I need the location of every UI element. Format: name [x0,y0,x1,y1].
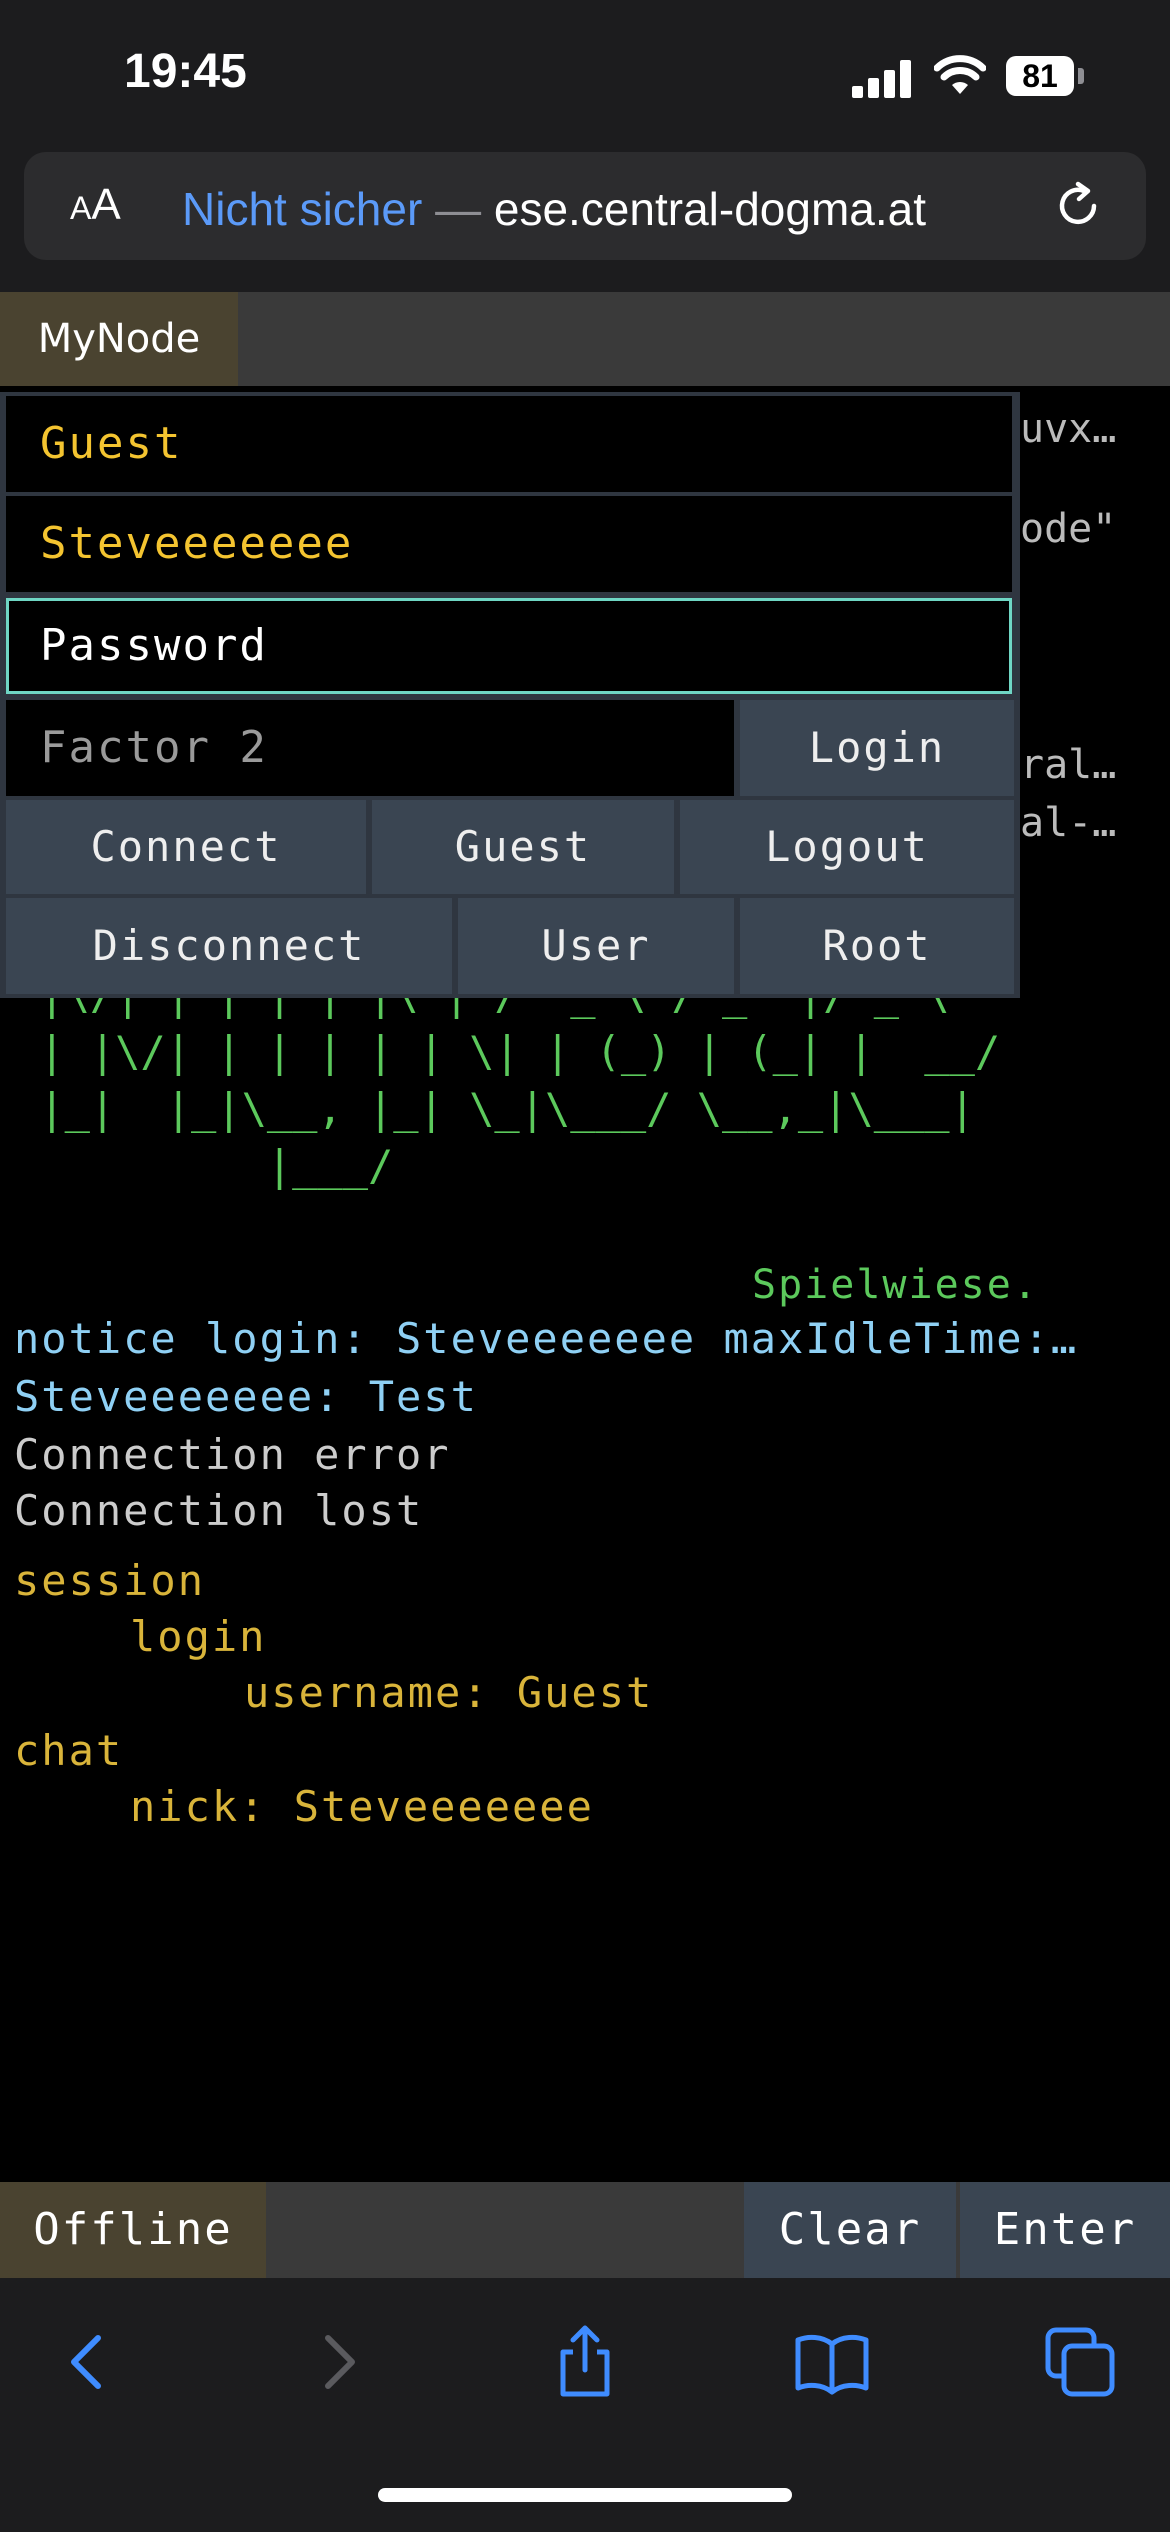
app-bottombar: Offline Clear Enter [0,2182,1170,2278]
username-field[interactable]: Guest [6,396,1012,492]
tree-session: session [14,1556,206,1605]
login-button[interactable]: Login [740,700,1014,796]
chat-line: Steveeeeeee: Test [14,1372,478,1421]
connection-status: Offline [0,2182,266,2278]
user-button[interactable]: User [458,898,734,994]
terminal-fragment: uvx… [1020,406,1117,452]
error-line: Connection lost [14,1486,424,1535]
error-line: Connection error [14,1430,451,1479]
logout-button[interactable]: Logout [680,800,1014,894]
not-secure-label: Nicht sicher [182,183,423,235]
tree-login: login [130,1612,267,1661]
bookmarks-icon[interactable] [792,2322,872,2402]
guest-button[interactable]: Guest [372,800,674,894]
tab-mynode[interactable]: MyNode [0,292,238,386]
enter-button[interactable]: Enter [960,2182,1170,2278]
cellular-signal-icon [852,58,914,98]
clock: 19:45 [124,45,247,98]
login-panel: Guest Steveeeeeee Password Factor 2 Logi… [0,392,1020,998]
factor2-field[interactable]: Factor 2 [6,700,734,796]
clear-button[interactable]: Clear [744,2182,956,2278]
tree-chat: chat [14,1726,124,1775]
ascii-banner: |\/| | | | | |\ | / _ \ / _` |/ _ \ | |\… [39,970,1001,1190]
wifi-icon [934,55,986,94]
url-text[interactable]: Nicht sicher — ese.central-dogma.at [182,182,926,236]
home-indicator [378,2488,792,2502]
battery-icon: 81 [1006,56,1074,96]
terminal-fragment: ral… [1020,742,1117,788]
url-host: ese.central-dogma.at [493,183,926,235]
root-button[interactable]: Root [740,898,1014,994]
tagline: Spielwiese. [752,1262,1039,1308]
share-icon[interactable] [545,2322,625,2402]
reload-icon[interactable] [1050,178,1106,234]
status-bar: 19:45 81 [0,0,1170,150]
notice-line: notice login: Steveeeeeee maxIdleTime:… [14,1314,1079,1363]
battery-cap [1078,68,1084,84]
disconnect-button[interactable]: Disconnect [6,898,452,994]
connect-button[interactable]: Connect [6,800,366,894]
password-field[interactable]: Password [6,598,1012,694]
forward-icon[interactable] [298,2322,378,2402]
nick-field[interactable]: Steveeeeeee [6,496,1012,592]
tree-username: username: Guest [244,1668,654,1717]
url-separator: — [422,183,494,235]
app-topbar: MyNode [0,292,1170,386]
tree-nick: nick: Steveeeeeee [130,1782,594,1831]
back-icon[interactable] [48,2322,128,2402]
terminal-fragment: al-… [1020,800,1117,846]
address-bar[interactable]: AA Nicht sicher — ese.central-dogma.at [24,152,1146,260]
terminal-fragment: ode" [1020,506,1117,552]
tabs-icon[interactable] [1040,2322,1120,2402]
browser-address-area: AA Nicht sicher — ese.central-dogma.at [0,150,1170,292]
reader-options-button[interactable]: AA [70,180,121,230]
